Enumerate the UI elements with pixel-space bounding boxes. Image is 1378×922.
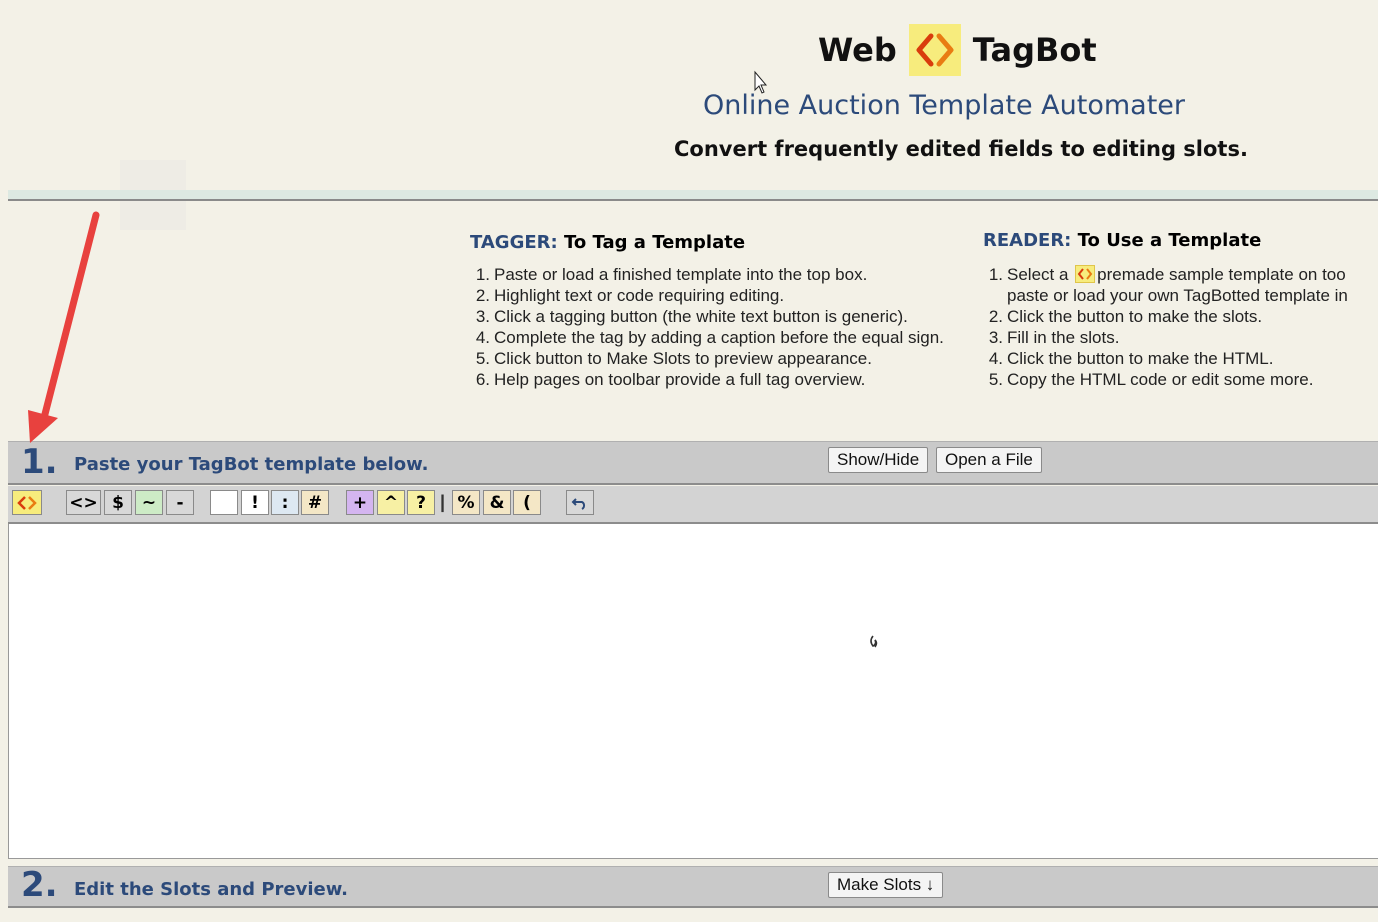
- tagger-step: 6. Help pages on toolbar provide a full t…: [475, 370, 866, 389]
- reader-steps: 1. Select a premade sample template on to…: [983, 264, 1378, 390]
- reader-heading-text: To Use a Template: [1077, 230, 1262, 251]
- tag-button-ampersand[interactable]: &: [483, 490, 511, 515]
- reader-step: 5. Copy the HTML code or edit some more.: [988, 370, 1314, 389]
- reader-step: 1. Select a premade sample template on to…: [988, 265, 1346, 284]
- tagger-heading-text: To Tag a Template: [564, 232, 746, 253]
- tag-button-question[interactable]: ?: [407, 490, 435, 515]
- reader-step: 2. Click the button to make the slots.: [988, 307, 1263, 326]
- tagger-section: TAGGER: To Tag a Template 1. Paste or loa…: [470, 232, 944, 390]
- tag-button-html[interactable]: <>: [66, 490, 101, 515]
- step1-label: Paste your TagBot template below.: [74, 454, 429, 475]
- step1-number: 1.: [21, 442, 58, 482]
- tagbot-mini-logo-icon[interactable]: [1075, 265, 1096, 283]
- step2-number: 2.: [21, 865, 58, 905]
- page-header: Web TagBot Online Auction Template Autom…: [0, 0, 1378, 190]
- page-subtitle: Online Auction Template Automater: [703, 90, 1186, 121]
- tag-button-colon[interactable]: :: [271, 490, 299, 515]
- tag-button-plus[interactable]: +: [346, 490, 374, 515]
- step1-bar: 1. Paste your TagBot template below. Sho…: [8, 441, 1378, 485]
- tagger-step: 5. Click button to Make Slots to preview …: [475, 349, 872, 368]
- tag-toolbar: <> $ ~ - ! : # + ^ ? | % & (: [8, 486, 1378, 524]
- tagger-step: 4. Complete the tag by adding a caption b…: [475, 328, 944, 347]
- tag-button-dash[interactable]: -: [166, 490, 194, 515]
- tag-button-dollar[interactable]: $: [104, 490, 132, 515]
- undo-icon[interactable]: [566, 490, 594, 515]
- reader-heading: READER: To Use a Template: [983, 230, 1378, 251]
- template-editor[interactable]: [8, 524, 1378, 859]
- header-divider-light: [8, 190, 1378, 199]
- toolbar-separator: |: [440, 492, 446, 512]
- tag-button-exclaim[interactable]: !: [241, 490, 269, 515]
- reader-step: 4. Click the button to make the HTML.: [988, 349, 1274, 368]
- tag-button-paren[interactable]: (: [513, 490, 541, 515]
- tag-button-caret[interactable]: ^: [377, 490, 405, 515]
- step2-label: Edit the Slots and Preview.: [74, 879, 349, 900]
- tag-button-percent[interactable]: %: [452, 490, 480, 515]
- reader-section: READER: To Use a Template 1. Select a pre…: [983, 230, 1378, 390]
- tagger-heading: TAGGER: To Tag a Template: [470, 232, 944, 253]
- tagger-step: 3. Click a tagging button (the white text…: [475, 307, 908, 326]
- tagger-step: 1. Paste or load a finished template into…: [475, 265, 868, 284]
- header-divider: [8, 199, 1378, 201]
- reader-heading-key: READER:: [983, 230, 1072, 251]
- tag-button-generic[interactable]: [210, 490, 238, 515]
- tag-button-hash[interactable]: #: [301, 490, 329, 515]
- red-arrow-icon: [28, 211, 100, 443]
- show-hide-button[interactable]: Show/Hide: [828, 447, 929, 473]
- tag-button-tilde[interactable]: ~: [135, 490, 163, 515]
- title-tagbot: TagBot: [972, 31, 1097, 69]
- tagbot-logo-icon: [908, 24, 961, 76]
- tagger-steps: 1. Paste or load a finished template into…: [470, 264, 944, 390]
- site-title: Web TagBot: [818, 24, 1097, 76]
- open-file-button[interactable]: Open a File: [936, 447, 1042, 473]
- tagbot-menu-icon[interactable]: [12, 490, 42, 515]
- reader-step-continued: paste or load your own TagBotted templat…: [1007, 286, 1348, 305]
- page-tagline: Convert frequently edited fields to edit…: [674, 137, 1248, 161]
- step2-bar: 2. Edit the Slots and Preview. Make Slot…: [8, 865, 1378, 908]
- tagger-step: 2. Highlight text or code requiring editi…: [475, 286, 785, 305]
- make-slots-button[interactable]: Make Slots ↓: [828, 872, 944, 898]
- reader-step: 3. Fill in the slots.: [988, 328, 1120, 347]
- title-web: Web: [818, 31, 897, 69]
- tagger-heading-key: TAGGER:: [470, 232, 558, 253]
